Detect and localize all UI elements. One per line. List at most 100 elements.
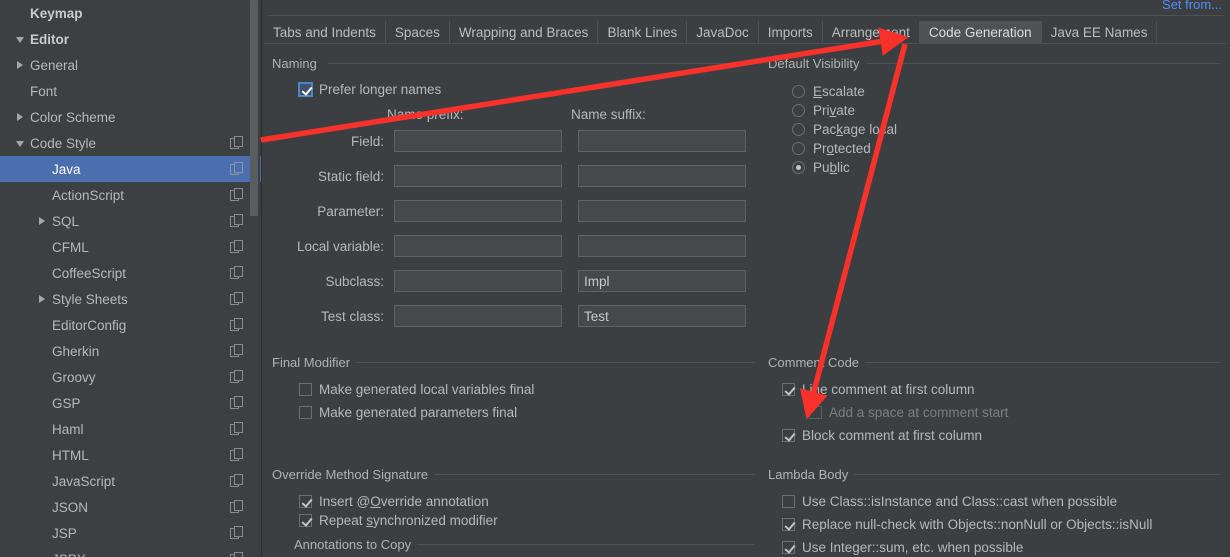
input-suffix-1[interactable] — [578, 165, 746, 187]
copy-scheme-icon[interactable] — [230, 474, 243, 487]
copy-scheme-icon[interactable] — [230, 344, 243, 357]
tab-spaces[interactable]: Spaces — [385, 21, 450, 43]
sidebar-item-cfml[interactable]: CFML — [0, 234, 262, 260]
copy-scheme-icon[interactable] — [230, 162, 243, 175]
chevron-down-icon[interactable] — [14, 33, 27, 46]
checkbox-label: Replace null-check with Objects::nonNull… — [802, 517, 1153, 532]
settings-tree[interactable]: Keymap Editor General Font Color Scheme Code … — [0, 0, 262, 557]
checkbox-make-generated-local-variables-final[interactable]: Make generated local variables final — [299, 382, 534, 397]
settings-sidebar[interactable]: Keymap Editor General Font Color Scheme Code … — [0, 0, 262, 557]
input-suffix-2[interactable] — [578, 200, 746, 222]
sidebar-item-haml[interactable]: Haml — [0, 416, 262, 442]
input-prefix-1[interactable] — [394, 165, 562, 187]
radio-label: Public — [813, 160, 850, 175]
sidebar-scrollbar-thumb[interactable] — [250, 0, 258, 216]
tab-arrangement[interactable]: Arrangement — [822, 21, 920, 43]
radio-private[interactable]: Private — [792, 103, 855, 118]
copy-scheme-icon[interactable] — [230, 500, 243, 513]
checkbox-label: Line comment at first column — [802, 382, 975, 397]
checkbox-repeat-synchronized-modifier[interactable]: Repeat synchronized modifier — [299, 513, 498, 528]
copy-scheme-icon[interactable] — [230, 448, 243, 461]
sidebar-item-html[interactable]: HTML — [0, 442, 262, 468]
checkbox-block-comment-at-first-column[interactable]: Block comment at first column — [782, 428, 982, 443]
checkbox-make-generated-parameters-final[interactable]: Make generated parameters final — [299, 405, 517, 420]
copy-scheme-icon[interactable] — [230, 526, 243, 539]
checkbox-insert-override-annotation[interactable]: Insert @Override annotation — [299, 494, 489, 509]
sidebar-item-jsp[interactable]: JSP — [0, 520, 262, 546]
sidebar-item-code-style[interactable]: Code Style — [0, 130, 262, 156]
sidebar-item-gherkin[interactable]: Gherkin — [0, 338, 262, 364]
copy-scheme-icon[interactable] — [230, 318, 243, 331]
tab-java-ee-names[interactable]: Java EE Names — [1041, 21, 1158, 43]
copy-scheme-icon[interactable] — [230, 370, 243, 383]
radio-package-local[interactable]: Package local — [792, 122, 897, 137]
sidebar-item-general[interactable]: General — [0, 52, 262, 78]
group-title-lambda-body: Lambda Body — [768, 467, 855, 482]
copy-scheme-icon[interactable] — [230, 266, 243, 279]
checkbox-use-class-isinstance-and-class-cast-when-possible[interactable]: Use Class::isInstance and Class::cast wh… — [782, 494, 1117, 509]
chevron-right-icon[interactable] — [14, 111, 27, 124]
sidebar-item-jspx[interactable]: JSPX — [0, 546, 262, 557]
checkbox-prefer-longer-names[interactable]: Prefer longer names — [299, 82, 441, 97]
sidebar-item-sql[interactable]: SQL — [0, 208, 262, 234]
checkbox-box — [782, 518, 795, 531]
checkbox-use-integer-sum-etc-when-possible[interactable]: Use Integer::sum, etc. when possible — [782, 540, 1023, 555]
sidebar-item-font[interactable]: Font — [0, 78, 262, 104]
input-suffix-3[interactable] — [578, 235, 746, 257]
sidebar-item-javascript[interactable]: JavaScript — [0, 468, 262, 494]
copy-scheme-icon[interactable] — [230, 136, 243, 149]
group-line-comment-code — [851, 362, 1220, 363]
sidebar-item-java[interactable]: Java — [0, 156, 262, 182]
chevron-down-icon[interactable] — [14, 137, 27, 150]
group-title-annotations-to-copy: Annotations to Copy — [294, 537, 418, 552]
sidebar-item-groovy[interactable]: Groovy — [0, 364, 262, 390]
tab-bar[interactable]: Tabs and Indents Spaces Wrapping and Brace… — [264, 21, 1158, 43]
sidebar-item-actionscript[interactable]: ActionScript — [0, 182, 262, 208]
sidebar-item-json[interactable]: JSON — [0, 494, 262, 520]
tab-code-generation[interactable]: Code Generation — [919, 21, 1042, 43]
checkbox-replace-null-check-with-objects-nonnull-or-objects-isnull[interactable]: Replace null-check with Objects::nonNull… — [782, 517, 1152, 532]
radio-protected[interactable]: Protected — [792, 141, 871, 156]
group-title-default-visibility: Default Visibility — [768, 56, 866, 71]
input-suffix-4[interactable] — [578, 270, 746, 292]
sidebar-item-editorconfig[interactable]: EditorConfig — [0, 312, 262, 338]
tab-wrapping-and-braces[interactable]: Wrapping and Braces — [449, 21, 599, 43]
checkbox-box — [782, 429, 795, 442]
checkbox-box — [299, 383, 312, 396]
sidebar-item-editor[interactable]: Editor — [0, 26, 262, 52]
tab-blank-lines[interactable]: Blank Lines — [598, 21, 688, 43]
input-prefix-4[interactable] — [394, 270, 562, 292]
input-prefix-0[interactable] — [394, 130, 562, 152]
copy-scheme-icon[interactable] — [230, 396, 243, 409]
tab-imports[interactable]: Imports — [758, 21, 823, 43]
input-prefix-2[interactable] — [394, 200, 562, 222]
tab-javadoc[interactable]: JavaDoc — [687, 21, 759, 43]
chevron-right-icon[interactable] — [36, 215, 49, 228]
radio-public[interactable]: Public — [792, 160, 850, 175]
copy-scheme-icon[interactable] — [230, 422, 243, 435]
radio-escalate[interactable]: Escalate — [792, 84, 865, 99]
sidebar-item-style-sheets[interactable]: Style Sheets — [0, 286, 262, 312]
sidebar-item-gsp[interactable]: GSP — [0, 390, 262, 416]
sidebar-scrollbar-track[interactable] — [250, 0, 260, 557]
radio-box — [792, 161, 805, 174]
radio-box — [792, 104, 805, 117]
set-from-link[interactable]: Set from... — [1162, 0, 1222, 12]
sidebar-item-keymap[interactable]: Keymap — [0, 0, 262, 26]
chevron-right-icon[interactable] — [14, 59, 27, 72]
copy-scheme-icon[interactable] — [230, 292, 243, 305]
input-suffix-0[interactable] — [578, 130, 746, 152]
sidebar-item-coffeescript[interactable]: CoffeeScript — [0, 260, 262, 286]
copy-scheme-icon[interactable] — [230, 552, 243, 557]
input-prefix-5[interactable] — [394, 305, 562, 327]
chevron-right-icon[interactable] — [36, 293, 49, 306]
copy-scheme-icon[interactable] — [230, 188, 243, 201]
input-suffix-5[interactable] — [578, 305, 746, 327]
copy-scheme-icon[interactable] — [230, 214, 243, 227]
sidebar-item-color-scheme[interactable]: Color Scheme — [0, 104, 262, 130]
checkbox-line-comment-at-first-column[interactable]: Line comment at first column — [782, 382, 975, 397]
input-prefix-3[interactable] — [394, 235, 562, 257]
checkbox-label: Repeat synchronized modifier — [319, 513, 498, 528]
tab-tabs-and-indents[interactable]: Tabs and Indents — [264, 21, 386, 43]
copy-scheme-icon[interactable] — [230, 240, 243, 253]
